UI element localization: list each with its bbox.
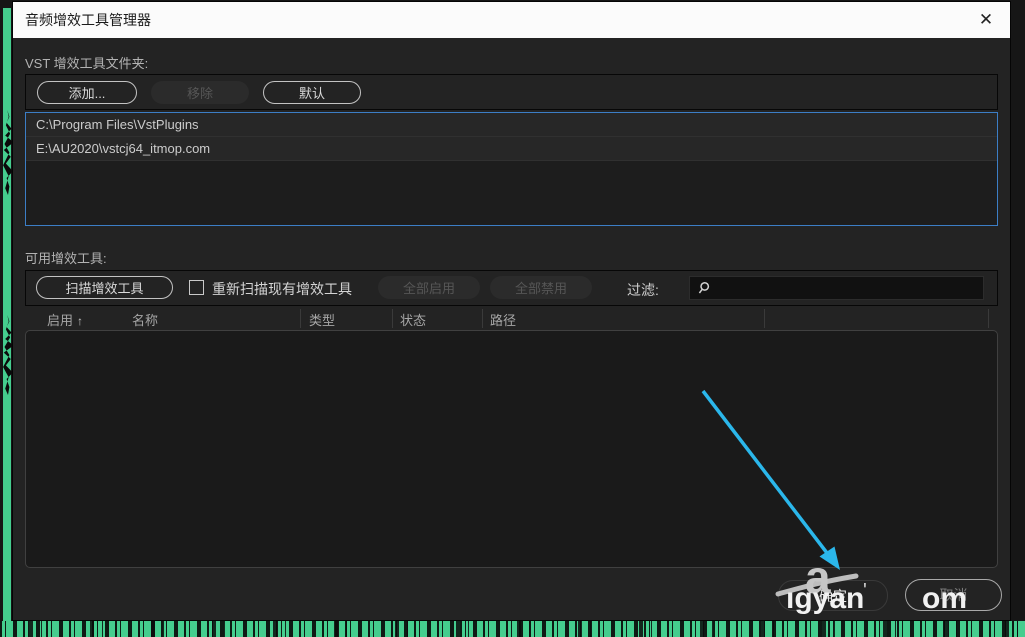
column-divider [482,309,483,328]
default-folder-button[interactable]: 默认 [263,81,361,104]
scan-plugins-button[interactable]: 扫描增效工具 [36,276,173,299]
filter-label: 过滤: [627,280,659,300]
column-divider [300,309,301,328]
column-header-status[interactable]: 状态 [400,310,426,329]
remove-folder-button[interactable]: 移除 [151,81,249,104]
column-header-name[interactable]: 名称 [132,310,158,329]
plugins-toolbar: 扫描增效工具 重新扫描现有增效工具 全部启用 全部禁用 过滤: [25,270,998,306]
list-item[interactable]: E:\AU2020\vstcj64_itmop.com [26,137,997,161]
add-folder-button[interactable]: 添加... [37,81,137,104]
vst-folders-label: VST 增效工具文件夹: [25,53,148,72]
column-header-path[interactable]: 路径 [490,310,516,329]
vst-folders-toolbar: 添加... 移除 默认 [25,74,998,110]
list-item[interactable]: C:\Program Files\VstPlugins [26,113,997,137]
dialog-title: 音频增效工具管理器 [25,10,151,30]
search-icon [698,281,712,295]
close-icon[interactable]: ✕ [970,2,1002,38]
vst-folder-list: C:\Program Files\VstPlugins E:\AU2020\vs… [25,112,998,226]
column-divider [392,309,393,328]
dialog-titlebar: 音频增效工具管理器 ✕ [13,2,1010,38]
sort-ascending-icon: ↑ [77,314,83,328]
column-divider [764,309,765,328]
plugin-manager-dialog: 音频增效工具管理器 ✕ VST 增效工具文件夹: 添加... 移除 默认 C:\… [13,2,1010,620]
rescan-checkbox[interactable] [189,280,204,295]
enable-all-button[interactable]: 全部启用 [378,276,480,299]
column-header-enabled[interactable]: 启用↑ [47,310,83,329]
rescan-checkbox-label[interactable]: 重新扫描现有增效工具 [212,279,352,299]
filter-searchbox [689,276,984,300]
column-header-type[interactable]: 类型 [309,310,335,329]
ok-button[interactable]: 确定 [778,580,888,611]
plugins-table-header: 启用↑ 名称 类型 状态 路径 [25,308,998,330]
available-plugins-label: 可用增效工具: [25,248,107,267]
filter-input[interactable] [718,281,983,296]
waveform-bottom-strip [0,621,1025,637]
audition-background: 音频增效工具管理器 ✕ VST 增效工具文件夹: 添加... 移除 默认 C:\… [0,0,1025,637]
disable-all-button[interactable]: 全部禁用 [490,276,592,299]
cancel-button[interactable]: 取消 [905,579,1002,611]
column-divider [988,309,989,328]
waveform-left-strip [3,8,11,622]
plugins-table-body [25,330,998,568]
